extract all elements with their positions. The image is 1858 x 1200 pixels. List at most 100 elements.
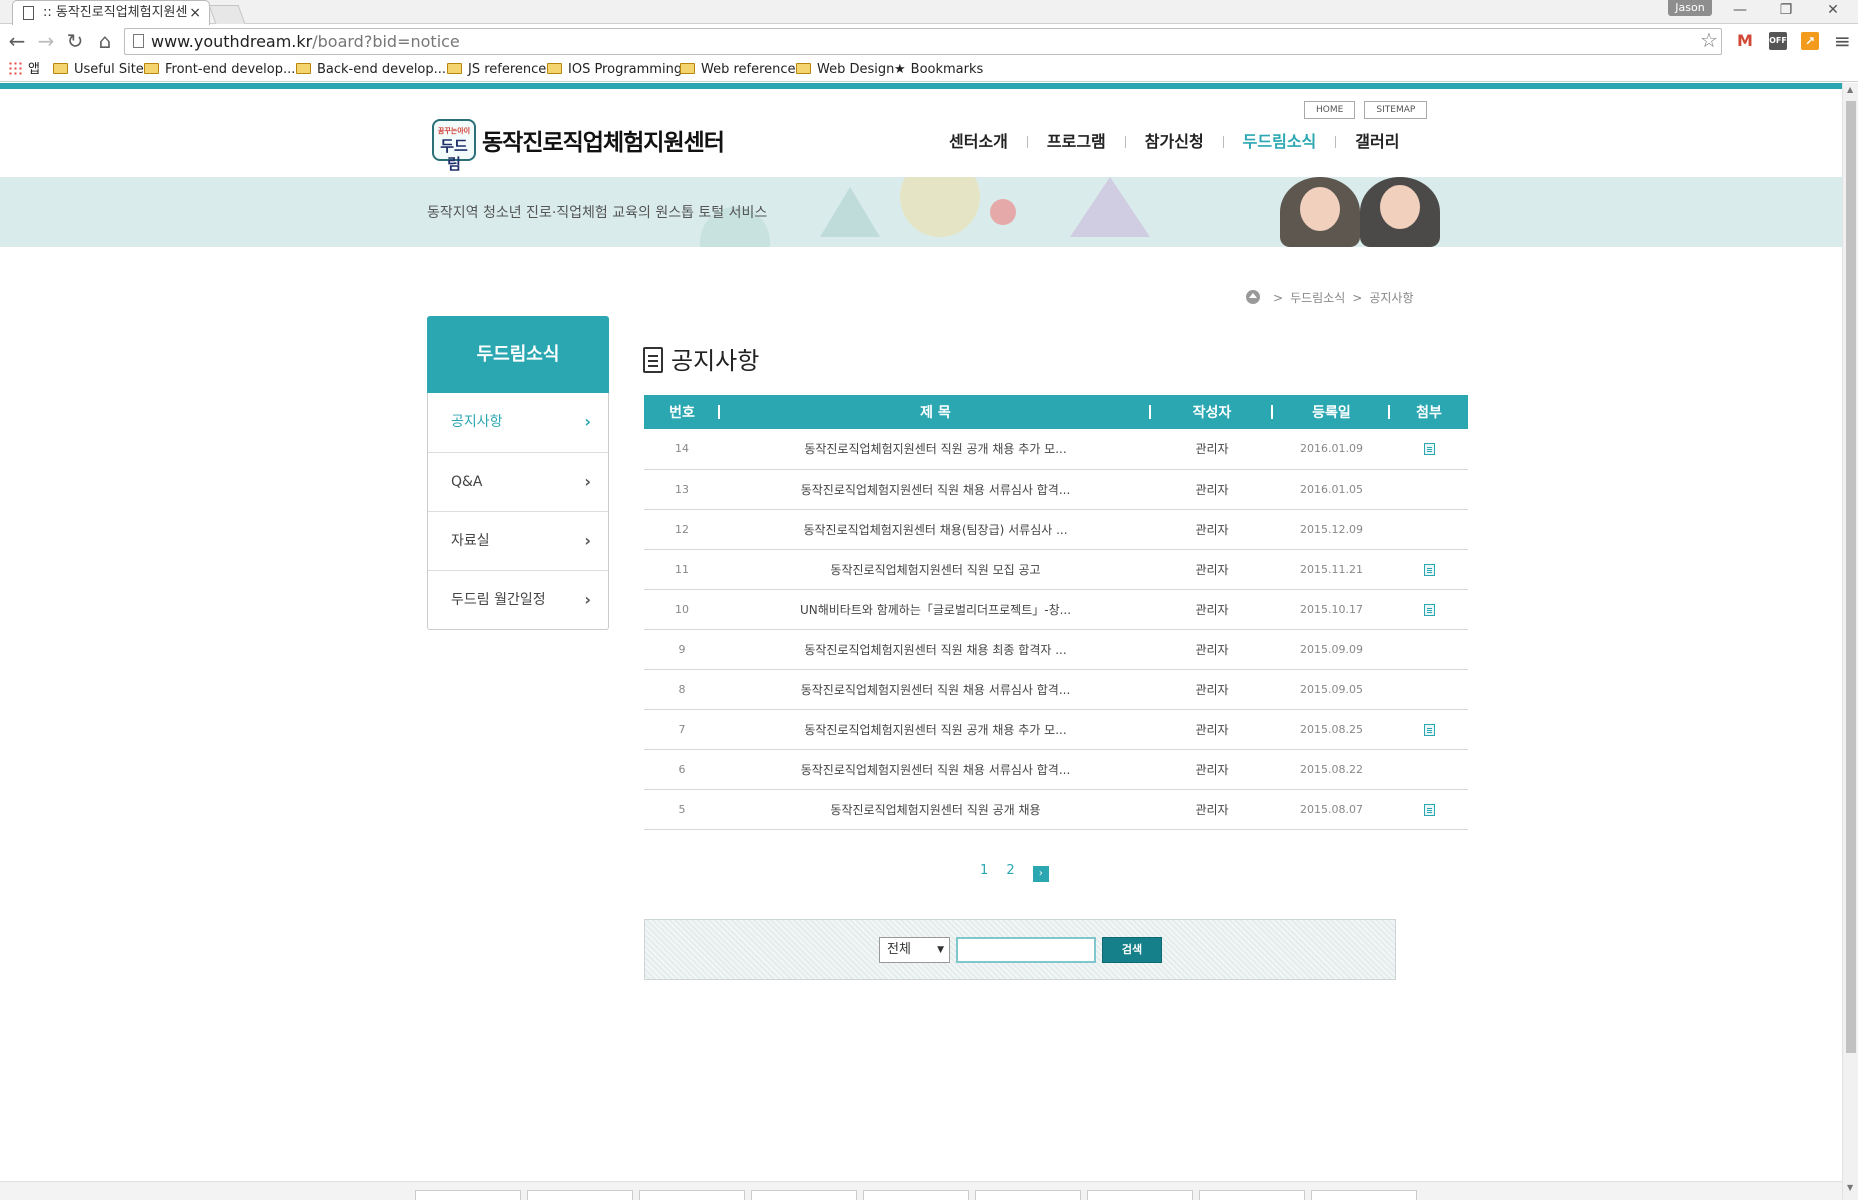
bookmark-folder[interactable]: Back-end develop... bbox=[296, 61, 446, 79]
new-tab-button[interactable] bbox=[208, 5, 246, 24]
row-number: 10 bbox=[644, 589, 720, 630]
tab-close-icon[interactable]: × bbox=[189, 1, 201, 25]
scroll-up-icon[interactable]: ▲ bbox=[1847, 85, 1853, 94]
attachment-icon[interactable] bbox=[1423, 603, 1435, 616]
bookmark-star[interactable]: ★ Bookmarks bbox=[894, 61, 983, 79]
row-subject-link[interactable]: 동작진로직업체험지원센터 직원 공개 채용 추가 모... bbox=[720, 709, 1151, 750]
sidebar-item-notice[interactable]: 공지사항 › bbox=[428, 393, 608, 452]
home-icon[interactable]: ⌂ bbox=[92, 29, 118, 53]
bookmark-folder[interactable]: JS reference bbox=[447, 61, 546, 79]
row-subject-link[interactable]: 동작진로직업체험지원센터 직원 채용 서류심사 합격... bbox=[720, 469, 1151, 510]
footer-link-box[interactable] bbox=[863, 1190, 969, 1200]
nav-item-program[interactable]: 프로그램 bbox=[1028, 128, 1125, 152]
bookmark-folder[interactable]: IOS Programming bbox=[547, 61, 682, 79]
restore-icon[interactable]: ❐ bbox=[1771, 2, 1801, 18]
home-link[interactable]: HOME bbox=[1304, 101, 1356, 119]
next-page-icon[interactable]: › bbox=[1032, 866, 1049, 882]
url-path: /board?bid=notice bbox=[312, 32, 460, 51]
row-author: 관리자 bbox=[1151, 469, 1273, 510]
gmail-icon[interactable]: M bbox=[1736, 32, 1754, 50]
footer-link-box[interactable] bbox=[1199, 1190, 1305, 1200]
search-input[interactable] bbox=[956, 937, 1096, 963]
row-subject-link[interactable]: 동작진로직업체험지원센터 직원 모집 공고 bbox=[720, 549, 1151, 590]
page-link[interactable]: 2 bbox=[1006, 863, 1014, 878]
bookmark-star-icon[interactable]: ☆ bbox=[1700, 28, 1718, 52]
forward-icon[interactable]: → bbox=[33, 29, 59, 53]
off-extension-icon[interactable]: OFF bbox=[1769, 32, 1787, 50]
column-header-subject: 제 목 bbox=[720, 395, 1151, 429]
sub-banner: 동작지역 청소년 진로·직업체험 교육의 원스톱 토털 서비스 bbox=[0, 177, 1842, 247]
bookmark-folder[interactable]: Web Design bbox=[796, 61, 894, 79]
search-scope-select[interactable]: 전체 ▼ bbox=[879, 937, 950, 963]
table-row[interactable]: 6 동작진로직업체험지원센터 직원 채용 서류심사 합격... 관리자 2015.08… bbox=[644, 749, 1468, 790]
back-icon[interactable]: ← bbox=[4, 29, 30, 53]
footer-link-box[interactable] bbox=[1087, 1190, 1193, 1200]
folder-icon bbox=[144, 63, 159, 74]
footer-link-box[interactable] bbox=[527, 1190, 633, 1200]
attachment-icon[interactable] bbox=[1423, 723, 1435, 736]
breadcrumb-item[interactable]: 두드림소식 bbox=[1290, 291, 1345, 305]
row-subject-link[interactable]: 동작진로직업체험지원센터 직원 채용 서류심사 합격... bbox=[720, 669, 1151, 710]
attachment-icon[interactable] bbox=[1423, 563, 1435, 576]
sidebar-item-archive[interactable]: 자료실 › bbox=[428, 511, 608, 570]
table-row[interactable]: 10 UN해비타트와 함께하는「글로벌리더프로젝트」-창... 관리자 2015.10… bbox=[644, 589, 1468, 630]
home-icon[interactable] bbox=[1246, 290, 1260, 304]
table-row[interactable]: 5 동작진로직업체험지원센터 직원 공개 채용 관리자 2015.08.07 bbox=[644, 789, 1468, 830]
search-button[interactable]: 검색 bbox=[1102, 937, 1162, 963]
sidebar-item-qna[interactable]: Q&A › bbox=[428, 452, 608, 511]
table-row[interactable]: 8 동작진로직업체험지원센터 직원 채용 서류심사 합격... 관리자 2015.09… bbox=[644, 669, 1468, 710]
row-author: 관리자 bbox=[1151, 629, 1273, 670]
folder-icon bbox=[680, 63, 695, 74]
row-subject-link[interactable]: UN해비타트와 함께하는「글로벌리더프로젝트」-창... bbox=[720, 589, 1151, 630]
accent-bar bbox=[0, 83, 1842, 89]
row-author: 관리자 bbox=[1151, 709, 1273, 750]
footer-link-box[interactable] bbox=[975, 1190, 1081, 1200]
footer-link-box[interactable] bbox=[639, 1190, 745, 1200]
row-subject-link[interactable]: 동작진로직업체험지원센터 직원 채용 최종 합격자 ... bbox=[720, 629, 1151, 670]
nav-item-center[interactable]: 센터소개 bbox=[930, 128, 1027, 152]
row-subject-link[interactable]: 동작진로직업체험지원센터 직원 공개 채용 추가 모... bbox=[720, 429, 1151, 470]
pagination: 1 2 › bbox=[980, 863, 1049, 882]
banner-photo bbox=[1270, 177, 1450, 247]
table-row[interactable]: 11 동작진로직업체험지원센터 직원 모집 공고 관리자 2015.11.21 bbox=[644, 549, 1468, 590]
attachment-icon[interactable] bbox=[1423, 443, 1435, 456]
page-scrollbar[interactable]: ▲ ▼ bbox=[1842, 83, 1858, 1200]
bookmark-folder[interactable]: Useful Site bbox=[53, 61, 144, 79]
browser-tab[interactable]: :: 동작진로직업체험지원센 × bbox=[12, 0, 210, 25]
bookmark-folder[interactable]: Front-end develop... bbox=[144, 61, 295, 79]
attachment-icon[interactable] bbox=[1423, 803, 1435, 816]
row-attachment bbox=[1390, 589, 1468, 630]
table-row[interactable]: 12 동작진로직업체험지원센터 채용(팀장급) 서류심사 ... 관리자 2015.1… bbox=[644, 509, 1468, 550]
table-row[interactable]: 7 동작진로직업체험지원센터 직원 공개 채용 추가 모... 관리자 2015.08… bbox=[644, 709, 1468, 750]
window-close-icon[interactable]: ✕ bbox=[1818, 2, 1848, 18]
sitemap-link[interactable]: SITEMAP bbox=[1364, 101, 1428, 119]
reload-icon[interactable]: ↻ bbox=[62, 29, 88, 53]
address-bar[interactable]: www.youthdream.kr/board?bid=notice bbox=[124, 28, 1722, 55]
table-row[interactable]: 9 동작진로직업체험지원센터 직원 채용 최종 합격자 ... 관리자 2015.09… bbox=[644, 629, 1468, 670]
row-attachment bbox=[1390, 749, 1468, 790]
table-row[interactable]: 14 동작진로직업체험지원센터 직원 공개 채용 추가 모... 관리자 2016.0… bbox=[644, 429, 1468, 470]
sidebar: 두드림소식 공지사항 › Q&A › 자료실 › 두드림 월간일정 › bbox=[427, 316, 609, 630]
breadcrumb-item[interactable]: 공지사항 bbox=[1369, 291, 1413, 305]
chart-extension-icon[interactable]: ↗ bbox=[1801, 32, 1819, 50]
minimize-icon[interactable]: — bbox=[1725, 2, 1755, 18]
nav-item-apply[interactable]: 참가신청 bbox=[1126, 128, 1223, 152]
footer-link-box[interactable] bbox=[751, 1190, 857, 1200]
table-row[interactable]: 13 동작진로직업체험지원센터 직원 채용 서류심사 합격... 관리자 2016.0… bbox=[644, 469, 1468, 510]
nav-item-news[interactable]: 두드림소식 bbox=[1224, 128, 1336, 152]
scroll-down-icon[interactable]: ▼ bbox=[1847, 1183, 1853, 1192]
row-subject-link[interactable]: 동작진로직업체험지원센터 채용(팀장급) 서류심사 ... bbox=[720, 509, 1151, 550]
scroll-thumb[interactable] bbox=[1846, 101, 1856, 1053]
footer-link-box[interactable] bbox=[415, 1190, 521, 1200]
bookmark-apps[interactable]: 앱 bbox=[8, 61, 40, 79]
sidebar-item-schedule[interactable]: 두드림 월간일정 › bbox=[428, 570, 608, 629]
row-author: 관리자 bbox=[1151, 669, 1273, 710]
row-subject-link[interactable]: 동작진로직업체험지원센터 직원 공개 채용 bbox=[720, 789, 1151, 830]
profile-button[interactable]: Jason bbox=[1668, 0, 1712, 16]
row-subject-link[interactable]: 동작진로직업체험지원센터 직원 채용 서류심사 합격... bbox=[720, 749, 1151, 790]
menu-icon[interactable]: ≡ bbox=[1834, 29, 1851, 53]
page-link[interactable]: 1 bbox=[980, 863, 988, 878]
nav-item-gallery[interactable]: 갤러리 bbox=[1336, 128, 1418, 152]
footer-link-box[interactable] bbox=[1311, 1190, 1417, 1200]
bookmark-folder[interactable]: Web reference bbox=[680, 61, 796, 79]
